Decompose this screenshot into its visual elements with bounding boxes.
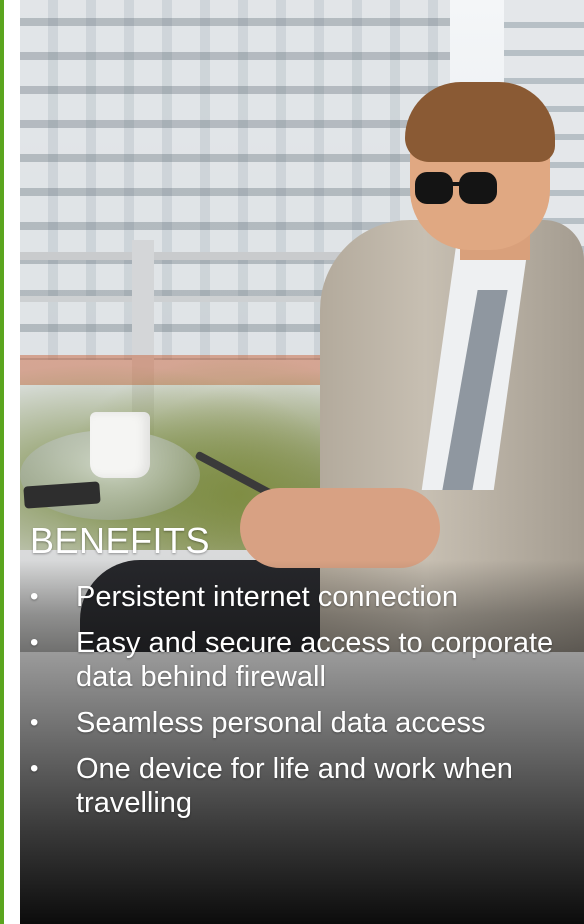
sunglasses — [415, 172, 501, 208]
sunglasses-lens-right — [459, 172, 497, 204]
benefit-item: One device for life and work when travel… — [30, 752, 576, 820]
photo-hair — [405, 82, 555, 162]
benefits-list: Persistent internet connection Easy and … — [30, 580, 576, 832]
benefit-item: Persistent internet connection — [30, 580, 576, 614]
sunglasses-lens-left — [415, 172, 453, 204]
benefit-item: Seamless personal data access — [30, 706, 576, 740]
benefits-heading: BENEFITS — [30, 520, 211, 561]
photo-cup — [90, 412, 150, 478]
benefits-slide: BENEFITS Persistent internet connection … — [0, 0, 584, 924]
photo-hands — [240, 488, 440, 568]
benefit-item: Easy and secure access to corporate data… — [30, 626, 576, 694]
accent-rule — [0, 0, 4, 924]
